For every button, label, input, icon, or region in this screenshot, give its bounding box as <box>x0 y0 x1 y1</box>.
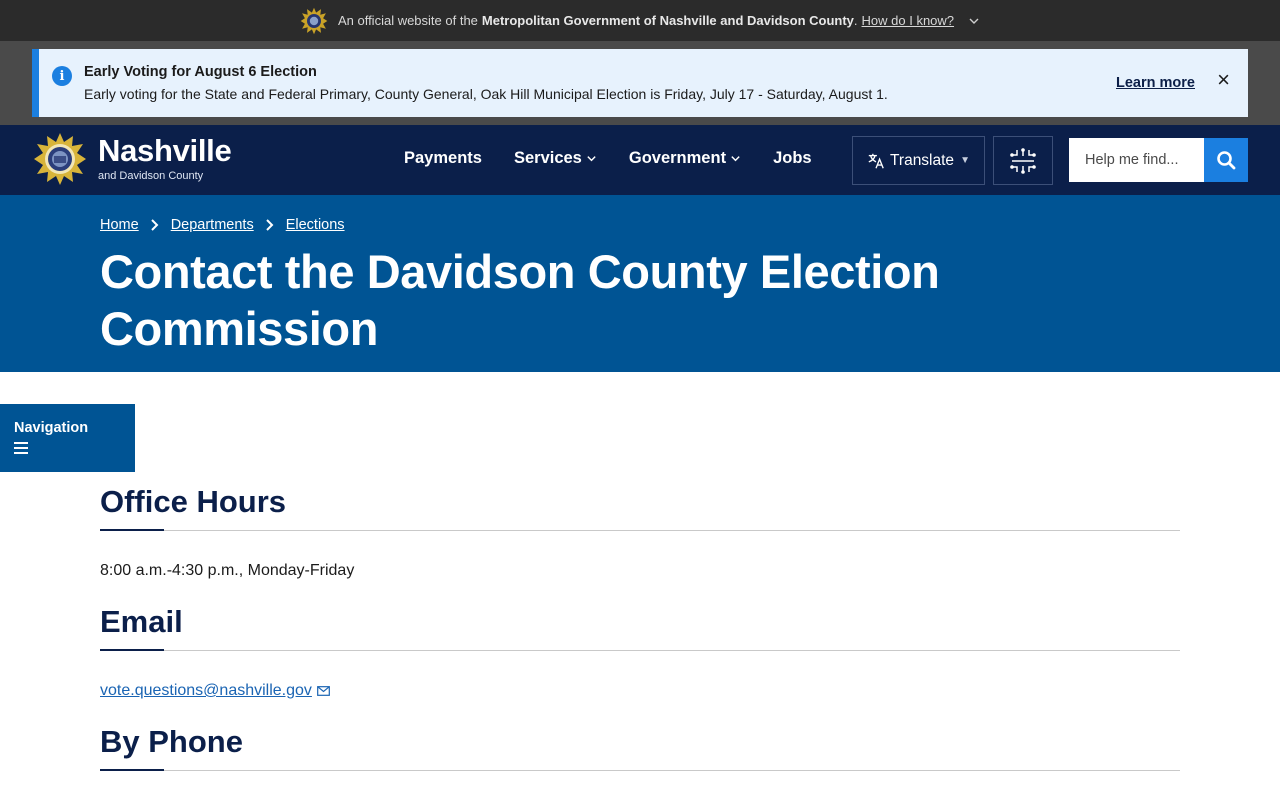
navigation-label: Navigation <box>14 420 89 436</box>
city-seal-icon <box>300 7 328 34</box>
nav-jobs[interactable]: Jobs <box>773 149 812 168</box>
info-icon: i <box>52 66 72 86</box>
translate-button[interactable]: Translate ▼ <box>852 136 985 185</box>
search-button[interactable] <box>1204 138 1248 182</box>
close-icon[interactable]: × <box>1217 69 1230 91</box>
official-banner-prefix: An official website of the <box>337 13 478 28</box>
how-do-i-know-link[interactable]: How do I know? <box>862 13 955 28</box>
email-heading: Email <box>100 604 1180 651</box>
alert-title: Early Voting for August 6 Election <box>84 64 317 80</box>
email-paragraph: vote.questions@nashville.gov <box>100 682 1180 700</box>
site-header: Nashville and Davidson County Payments S… <box>0 125 1280 195</box>
city-seal-icon[interactable] <box>32 131 88 187</box>
alert-body: Early voting for the State and Federal P… <box>84 86 888 102</box>
search-input[interactable] <box>1069 138 1204 182</box>
office-hours-text: 8:00 a.m.-4:30 p.m., Monday-Friday <box>100 562 355 579</box>
chevron-right-icon <box>150 219 159 231</box>
breadcrumb-departments[interactable]: Departments <box>171 217 254 233</box>
caret-down-icon: ▼ <box>960 155 970 166</box>
hamburger-icon <box>14 442 28 454</box>
breadcrumb-elections[interactable]: Elections <box>286 217 345 233</box>
phone-heading: By Phone <box>100 724 1180 771</box>
ai-assistant-button[interactable] <box>993 136 1053 185</box>
alert-region: i Early Voting for August 6 Election Ear… <box>0 41 1280 125</box>
election-alert: i Early Voting for August 6 Election Ear… <box>32 49 1248 117</box>
main-nav: Payments Services Government Jobs <box>404 149 844 168</box>
nav-payments[interactable]: Payments <box>404 149 482 168</box>
chevron-down-icon <box>587 156 596 162</box>
translate-label: Translate <box>890 151 955 169</box>
translate-icon <box>868 153 884 168</box>
office-hours-heading: Office Hours <box>100 484 1180 531</box>
search-icon <box>1217 151 1236 170</box>
breadcrumb: Home Departments Elections <box>100 217 345 233</box>
page-hero: Home Departments Elections Contact the D… <box>0 195 1280 372</box>
nav-services[interactable]: Services <box>514 149 597 168</box>
side-navigation-toggle[interactable]: Navigation <box>0 404 135 472</box>
nav-jobs-label: Jobs <box>773 149 812 167</box>
official-banner-org: Metropolitan Government of Nashville and… <box>481 13 854 28</box>
chevron-down-icon <box>731 156 740 162</box>
nav-government[interactable]: Government <box>629 149 741 168</box>
main-content: Office Hours 8:00 a.m.-4:30 p.m., Monday… <box>100 484 1180 771</box>
learn-more-link[interactable]: Learn more <box>1116 75 1195 91</box>
official-site-banner: An official website of the Metropolitan … <box>0 0 1280 41</box>
chevron-down-icon[interactable] <box>968 15 980 27</box>
nav-government-label: Government <box>628 149 727 167</box>
brand-name[interactable]: Nashville <box>98 133 232 169</box>
nav-payments-label: Payments <box>404 149 482 167</box>
nav-services-label: Services <box>513 149 582 167</box>
chevron-right-icon <box>265 219 274 231</box>
official-banner-period: . <box>853 13 858 28</box>
mail-icon <box>317 685 330 696</box>
breadcrumb-home[interactable]: Home <box>100 217 139 233</box>
page-title: Contact the Davidson County Election Com… <box>100 245 940 355</box>
circuit-icon <box>1010 147 1036 174</box>
email-link[interactable]: vote.questions@nashville.gov <box>100 682 312 699</box>
brand-subtitle: and Davidson County <box>98 170 204 182</box>
